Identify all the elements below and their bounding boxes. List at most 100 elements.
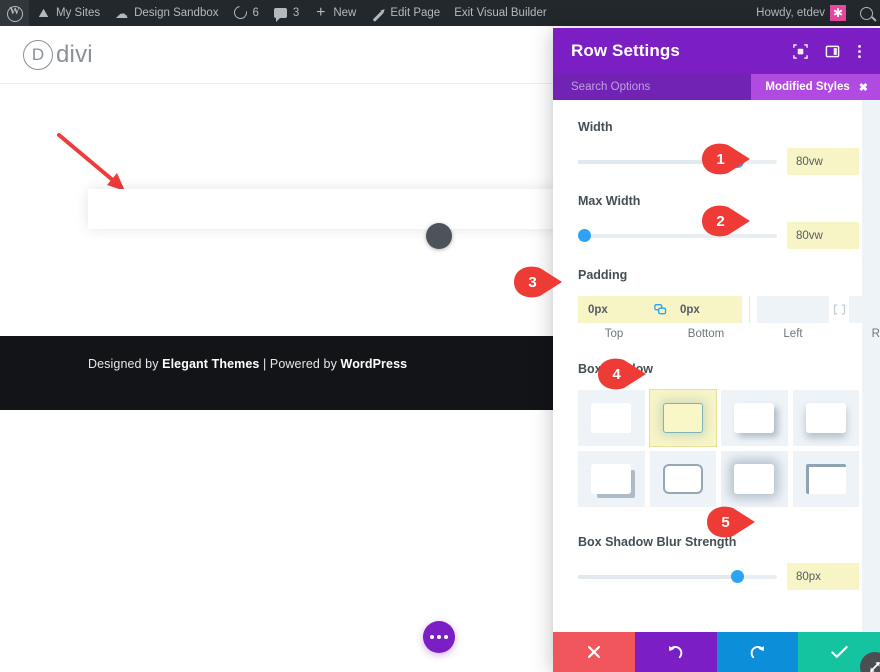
box-shadow-preset-shadow-spread-glow[interactable] bbox=[721, 451, 788, 507]
field-box-shadow: Box Shadow bbox=[578, 362, 859, 507]
footer-prefix: Designed by bbox=[88, 357, 162, 371]
adminbar-item-exit-visual-builder[interactable]: Exit Visual Builder bbox=[447, 0, 553, 26]
link-icon[interactable] bbox=[829, 296, 849, 323]
comment-icon bbox=[273, 6, 288, 21]
more-vertical-icon[interactable] bbox=[857, 44, 862, 59]
adminbar-label-edit-page: Edit Page bbox=[390, 7, 440, 19]
blur-value-input[interactable] bbox=[787, 563, 859, 590]
modified-styles-filter[interactable]: Modified Styles ✖ bbox=[751, 74, 880, 100]
add-module-button[interactable]: plus-icon bbox=[426, 223, 452, 249]
panel-layout-icon[interactable] bbox=[825, 44, 840, 59]
width-value-input[interactable] bbox=[787, 148, 859, 175]
redo-button[interactable] bbox=[717, 632, 799, 672]
padding-right-input[interactable] bbox=[849, 296, 880, 323]
width-value-wrap bbox=[787, 148, 859, 175]
width-control-row bbox=[578, 148, 859, 175]
screenshot-root: ⛰ My Sites ☁ Design Sandbox 6 3 + New Ed… bbox=[0, 0, 880, 672]
padding-left-input[interactable] bbox=[757, 296, 829, 323]
field-blur-strength: Box Shadow Blur Strength bbox=[578, 535, 859, 590]
field-max-width: Max Width bbox=[578, 194, 859, 249]
wp-admin-bar: ⛰ My Sites ☁ Design Sandbox 6 3 + New Ed… bbox=[0, 0, 880, 26]
max-width-value-input[interactable] bbox=[787, 222, 859, 249]
ellipsis-dot bbox=[430, 635, 434, 639]
modal-action-bar bbox=[553, 632, 880, 672]
adminbar-item-my-account[interactable]: Howdy, etdev ✱ bbox=[749, 0, 853, 26]
updates-icon bbox=[233, 6, 248, 21]
box-shadow-preset-shadow-top-left-border[interactable] bbox=[793, 451, 860, 507]
adminbar-label-new: New bbox=[333, 7, 356, 19]
padding-top-label: Top bbox=[578, 328, 650, 340]
house-icon: ⛰ bbox=[36, 6, 51, 21]
blur-slider-knob[interactable] bbox=[731, 570, 744, 583]
page-settings-button[interactable] bbox=[423, 621, 455, 653]
adminbar-label-exit-visual-builder: Exit Visual Builder bbox=[454, 7, 546, 19]
modal-search-bar: Modified Styles ✖ bbox=[553, 74, 880, 100]
box-shadow-preset-shadow-outline[interactable] bbox=[650, 451, 717, 507]
padding-left-label: Left bbox=[757, 328, 829, 340]
close-icon[interactable]: ✖ bbox=[859, 81, 868, 94]
undo-icon bbox=[667, 644, 684, 661]
row-settings-modal: Row Settings bbox=[553, 28, 880, 672]
modal-body: Width Max Width bbox=[553, 100, 880, 632]
max-width-slider-knob[interactable] bbox=[578, 229, 591, 242]
padding-bottom-label: Bottom bbox=[670, 328, 742, 340]
undo-button[interactable] bbox=[635, 632, 717, 672]
max-width-value-wrap bbox=[787, 222, 859, 249]
pencil-icon bbox=[370, 6, 385, 21]
check-icon bbox=[831, 645, 848, 659]
divi-logo-word: divi bbox=[56, 41, 93, 69]
field-label-box-shadow: Box Shadow bbox=[578, 362, 859, 376]
padding-right-label: Right bbox=[849, 328, 880, 340]
field-label-blur-strength: Box Shadow Blur Strength bbox=[578, 535, 859, 549]
footer-brand-elegant-themes[interactable]: Elegant Themes bbox=[162, 357, 259, 371]
box-shadow-preset-shadow-bottom[interactable] bbox=[793, 390, 860, 446]
width-slider-knob[interactable] bbox=[731, 155, 744, 168]
adminbar-item-comments[interactable]: 3 bbox=[266, 0, 306, 26]
modal-scrollbar[interactable] bbox=[862, 100, 880, 632]
padding-cell-bottom: Bottom bbox=[670, 296, 742, 340]
focus-target-icon[interactable] bbox=[793, 44, 808, 59]
footer-separator: | Powered by bbox=[259, 357, 340, 371]
footer-brand-wordpress[interactable]: WordPress bbox=[341, 357, 408, 371]
adminbar-item-site-name[interactable]: ☁ Design Sandbox bbox=[107, 0, 225, 26]
modal-title: Row Settings bbox=[571, 41, 793, 61]
adminbar-label-my-sites: My Sites bbox=[56, 7, 100, 19]
box-shadow-preset-shadow-offset-hard[interactable] bbox=[578, 451, 645, 507]
redo-icon bbox=[749, 644, 766, 661]
padding-top-input[interactable] bbox=[578, 296, 650, 323]
padding-inputs: Top Bottom Left bbox=[578, 296, 859, 340]
adminbar-item-my-sites[interactable]: ⛰ My Sites bbox=[29, 0, 107, 26]
adminbar-item-search[interactable] bbox=[853, 0, 880, 26]
cancel-button[interactable] bbox=[553, 632, 635, 672]
box-shadow-preset-grid bbox=[578, 390, 859, 507]
footer-credit: Designed by Elegant Themes | Powered by … bbox=[88, 357, 407, 371]
search-options-input[interactable] bbox=[553, 74, 751, 100]
modified-styles-label: Modified Styles bbox=[765, 81, 849, 93]
adminbar-item-wp-logo[interactable] bbox=[0, 0, 29, 26]
adminbar-item-edit-page[interactable]: Edit Page bbox=[363, 0, 447, 26]
adminbar-label-comments-count: 3 bbox=[293, 7, 299, 19]
width-slider[interactable] bbox=[578, 160, 777, 164]
link-icon[interactable] bbox=[650, 296, 670, 323]
blur-slider[interactable] bbox=[578, 575, 777, 579]
modal-header-icons bbox=[793, 44, 862, 59]
field-label-padding: Padding bbox=[578, 268, 859, 282]
max-width-slider[interactable] bbox=[578, 234, 777, 238]
padding-cell-right: Right bbox=[849, 296, 880, 340]
padding-cell-top: Top bbox=[578, 296, 650, 340]
dashboard-icon: ☁ bbox=[114, 6, 129, 21]
avatar-asterisk-icon: ✱ bbox=[830, 5, 846, 21]
resize-diagonal-icon bbox=[867, 659, 880, 672]
padding-bottom-input[interactable] bbox=[670, 296, 742, 323]
wordpress-icon bbox=[7, 6, 22, 21]
adminbar-item-new-content[interactable]: + New bbox=[306, 0, 363, 26]
divi-logo[interactable]: D divi bbox=[23, 40, 93, 70]
adminbar-item-updates[interactable]: 6 bbox=[226, 0, 266, 26]
modal-header: Row Settings bbox=[553, 28, 880, 74]
padding-divider bbox=[749, 296, 750, 323]
box-shadow-preset-shadow-bottom-right[interactable] bbox=[721, 390, 788, 446]
blur-value-wrap bbox=[787, 563, 859, 590]
box-shadow-preset-shadow-none[interactable] bbox=[578, 390, 645, 446]
box-shadow-preset-shadow-glow-selected[interactable] bbox=[650, 390, 717, 446]
field-padding: Padding Top Bottom bbox=[578, 268, 859, 340]
